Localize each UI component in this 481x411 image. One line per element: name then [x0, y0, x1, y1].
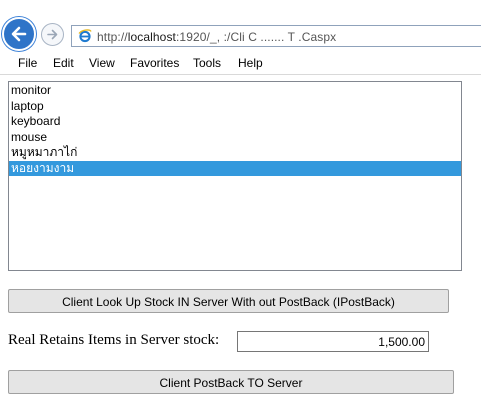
menu-file[interactable]: File: [18, 56, 37, 70]
back-button[interactable]: [2, 17, 36, 51]
lookup-stock-button[interactable]: Client Look Up Stock IN Server With out …: [8, 289, 449, 313]
stock-listbox[interactable]: monitor laptop keyboard mouse หมูหมาภาไก…: [8, 81, 462, 271]
forward-button[interactable]: [41, 23, 64, 46]
menu-view[interactable]: View: [89, 56, 115, 70]
list-item[interactable]: หมูหมาภาไก่: [9, 145, 461, 161]
address-url: http://localhost:1920/_, :/Cli C .......…: [97, 30, 336, 44]
menu-bar: File Edit View Favorites Tools Help: [0, 52, 481, 75]
list-item[interactable]: monitor: [9, 83, 461, 99]
ie-page-icon: [78, 29, 92, 43]
menu-help[interactable]: Help: [238, 56, 263, 70]
list-item[interactable]: mouse: [9, 130, 461, 146]
menu-edit[interactable]: Edit: [53, 56, 74, 70]
list-item-selected[interactable]: หอยงามงาม: [9, 160, 461, 176]
postback-button[interactable]: Client PostBack TO Server: [8, 370, 454, 394]
url-prefix: http://: [97, 30, 128, 44]
forward-arrow-icon: [47, 29, 58, 40]
browser-toolbar: http://localhost:1920/_, :/Cli C .......…: [0, 0, 481, 52]
url-path: :1920/_, :/Cli C ....... T .Caspx: [175, 30, 337, 44]
stock-label: Real Retains Items in Server stock:: [8, 332, 220, 348]
list-item[interactable]: laptop: [9, 99, 461, 115]
menu-tools[interactable]: Tools: [193, 56, 221, 70]
address-bar[interactable]: http://localhost:1920/_, :/Cli C .......…: [71, 25, 481, 47]
back-arrow-icon: [11, 26, 27, 42]
url-host: localhost: [127, 30, 176, 44]
stock-value-field[interactable]: [237, 331, 429, 352]
list-item[interactable]: keyboard: [9, 114, 461, 130]
menu-favorites[interactable]: Favorites: [130, 56, 179, 70]
